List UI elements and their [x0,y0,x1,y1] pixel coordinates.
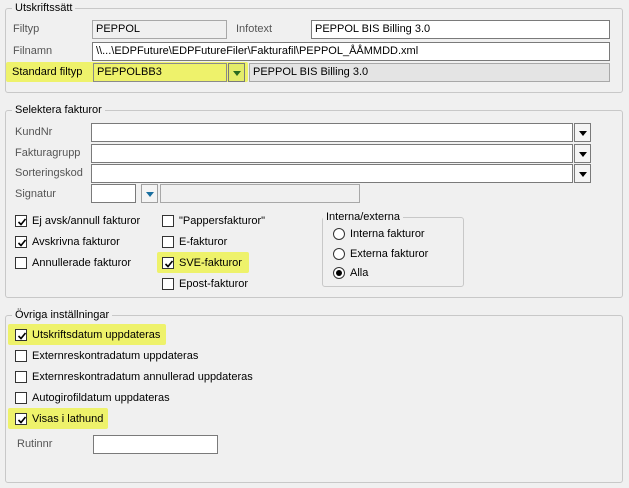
fakturagrupp-label: Fakturagrupp [15,147,81,159]
kundnr-input[interactable] [91,123,573,142]
label-pappersfakturor: "Pappersfakturor" [179,215,266,227]
filtyp-label: Filtyp [13,23,40,35]
sorteringskod-dropdown-button[interactable] [574,164,591,183]
label-utskriftsdatum: Utskriftsdatum uppdateras [32,329,161,341]
signatur-description [160,184,360,203]
chevron-down-icon [579,131,587,136]
chevron-down-icon [579,152,587,157]
checkbox-externreskontradatum-annullerad[interactable] [15,371,27,383]
label-sve-fakturor: SVE-fakturor [179,257,242,269]
filtyp-field: PEPPOL [92,20,227,39]
standard-filtyp-description: PEPPOL BIS Billing 3.0 [249,63,610,82]
ovriga-installningar-title: Övriga inställningar [12,308,113,322]
utskriftssatt-title: Utskriftssätt [12,1,76,15]
label-externreskontradatum-annullerad: Externreskontradatum annullerad uppdater… [32,371,253,383]
chevron-down-icon [579,172,587,177]
fakturagrupp-dropdown-button[interactable] [574,144,591,163]
rutinnr-label: Rutinnr [17,438,53,450]
label-e-fakturor: E-fakturor [179,236,228,248]
label-interna: Interna fakturor [350,228,425,240]
checkbox-ej-avsk-annull[interactable] [15,215,27,227]
checkmark-icon [17,332,27,340]
checkbox-utskriftsdatum[interactable] [15,329,27,341]
radio-externa[interactable] [333,248,345,260]
infotext-label: Infotext [236,23,273,35]
chevron-down-icon [233,71,241,76]
sorteringskod-input[interactable] [91,164,573,183]
label-externa: Externa fakturor [350,248,429,260]
checkmark-icon [17,239,27,247]
label-autogirofildatum: Autogirofildatum uppdateras [32,392,170,404]
checkmark-icon [17,416,27,424]
standard-filtyp-select[interactable]: PEPPOLBB3 [93,63,227,82]
label-externreskontradatum: Externreskontradatum uppdateras [32,350,199,362]
signatur-input[interactable] [91,184,136,203]
infotext-input[interactable]: PEPPOL BIS Billing 3.0 [311,20,610,39]
interna-externa-title: Interna/externa [323,210,403,224]
checkbox-annullerade[interactable] [15,257,27,269]
label-epost-fakturor: Epost-fakturor [179,278,249,290]
chevron-down-icon [146,192,154,197]
fakturagrupp-input[interactable] [91,144,573,163]
radio-alla[interactable] [333,267,345,279]
selektera-fakturor-title: Selektera fakturor [12,103,105,117]
checkbox-autogirofildatum[interactable] [15,392,27,404]
signatur-dropdown-button[interactable] [141,184,158,203]
standard-filtyp-dropdown-button[interactable] [228,63,245,82]
checkmark-icon [17,218,27,226]
label-ej-avsk-annull: Ej avsk/annull fakturor [32,215,141,227]
checkbox-e-fakturor[interactable] [162,236,174,248]
radio-selected-dot [336,270,342,276]
kundnr-label: KundNr [15,126,53,138]
sorteringskod-label: Sorteringskod [15,167,83,179]
checkbox-avskrivna[interactable] [15,236,27,248]
standard-filtyp-label: Standard filtyp [12,66,83,78]
label-avskrivna: Avskrivna fakturor [32,236,120,248]
checkmark-icon [164,260,174,268]
rutinnr-input[interactable] [93,435,218,454]
filnamn-input[interactable]: \\...\EDPFuture\EDPFutureFiler\Fakturafi… [92,42,610,61]
label-annullerade: Annullerade fakturor [32,257,132,269]
filnamn-label: Filnamn [13,45,53,57]
label-alla: Alla [350,267,369,279]
checkbox-pappersfakturor[interactable] [162,215,174,227]
checkbox-epost-fakturor[interactable] [162,278,174,290]
label-visas-i-lathund: Visas i lathund [32,413,104,425]
checkbox-sve-fakturor[interactable] [162,257,174,269]
checkbox-externreskontradatum[interactable] [15,350,27,362]
radio-interna[interactable] [333,228,345,240]
signatur-label: Signatur [15,188,56,200]
checkbox-visas-i-lathund[interactable] [15,413,27,425]
kundnr-dropdown-button[interactable] [574,123,591,142]
